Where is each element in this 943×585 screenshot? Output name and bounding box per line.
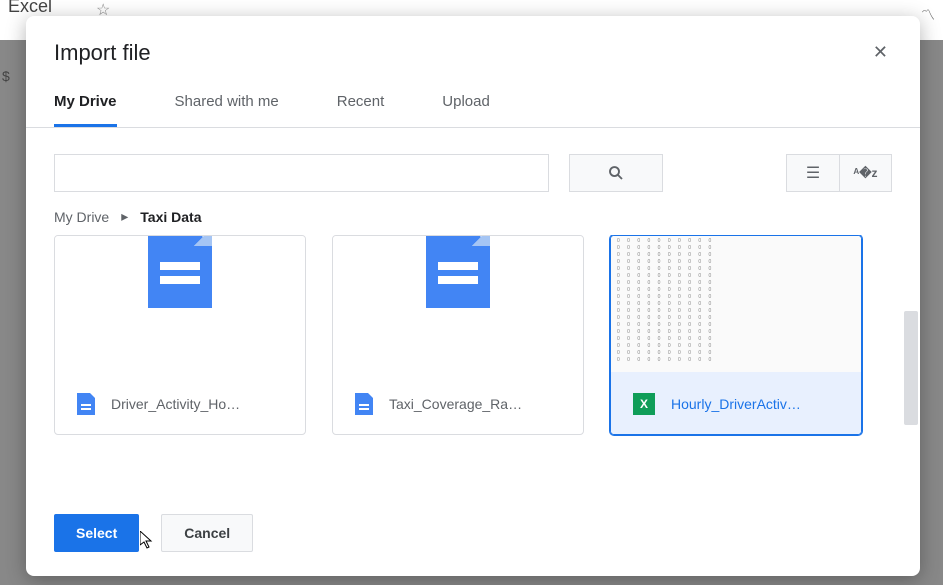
- document-small-icon: [355, 393, 373, 415]
- cancel-button[interactable]: Cancel: [161, 514, 253, 552]
- breadcrumb-root[interactable]: My Drive: [54, 209, 109, 225]
- file-name: Hourly_DriverActiv…: [671, 396, 801, 412]
- scrollbar-thumb[interactable]: [904, 311, 918, 425]
- tab-shared-with-me[interactable]: Shared with me: [175, 83, 279, 127]
- close-icon[interactable]: ✕: [869, 38, 892, 67]
- breadcrumb-current: Taxi Data: [140, 209, 201, 225]
- list-icon: ☰: [806, 163, 820, 183]
- sort-button[interactable]: ᴬ�z: [839, 155, 891, 191]
- trend-icon: 〽: [921, 5, 935, 25]
- document-icon: [426, 235, 490, 308]
- background-doc-title: Excel: [8, 0, 52, 17]
- chevron-right-icon: ▸: [121, 208, 128, 225]
- file-name: Driver_Activity_Ho…: [111, 396, 240, 412]
- file-card[interactable]: Taxi_Coverage_Ra…: [332, 235, 584, 435]
- document-small-icon: [77, 393, 95, 415]
- list-view-button[interactable]: ☰: [787, 155, 839, 191]
- select-button[interactable]: Select: [54, 514, 139, 552]
- spreadsheet-thumbnail: 0 0 0 0 0 0 0 0 0 00 0 0 0 0 0 0 0 0 00 …: [611, 236, 861, 372]
- tab-my-drive[interactable]: My Drive: [54, 83, 117, 127]
- search-button[interactable]: [569, 154, 663, 192]
- tab-upload[interactable]: Upload: [442, 83, 490, 127]
- file-card[interactable]: 0 0 0 0 0 0 0 0 0 00 0 0 0 0 0 0 0 0 00 …: [610, 235, 862, 435]
- excel-icon: X: [633, 393, 655, 415]
- search-icon: [607, 164, 625, 182]
- sort-az-icon: ᴬ�z: [853, 166, 877, 180]
- breadcrumb: My Drive ▸ Taxi Data: [26, 206, 920, 235]
- file-card[interactable]: Driver_Activity_Ho…: [54, 235, 306, 435]
- tab-bar: My Drive Shared with me Recent Upload: [26, 83, 920, 128]
- document-icon: [148, 235, 212, 308]
- file-name: Taxi_Coverage_Ra…: [389, 396, 522, 412]
- currency-indicator: $: [2, 68, 10, 84]
- dialog-title: Import file: [54, 40, 151, 66]
- import-file-dialog: Import file ✕ My Drive Shared with me Re…: [26, 16, 920, 576]
- search-input[interactable]: [54, 154, 549, 192]
- tab-recent[interactable]: Recent: [337, 83, 385, 127]
